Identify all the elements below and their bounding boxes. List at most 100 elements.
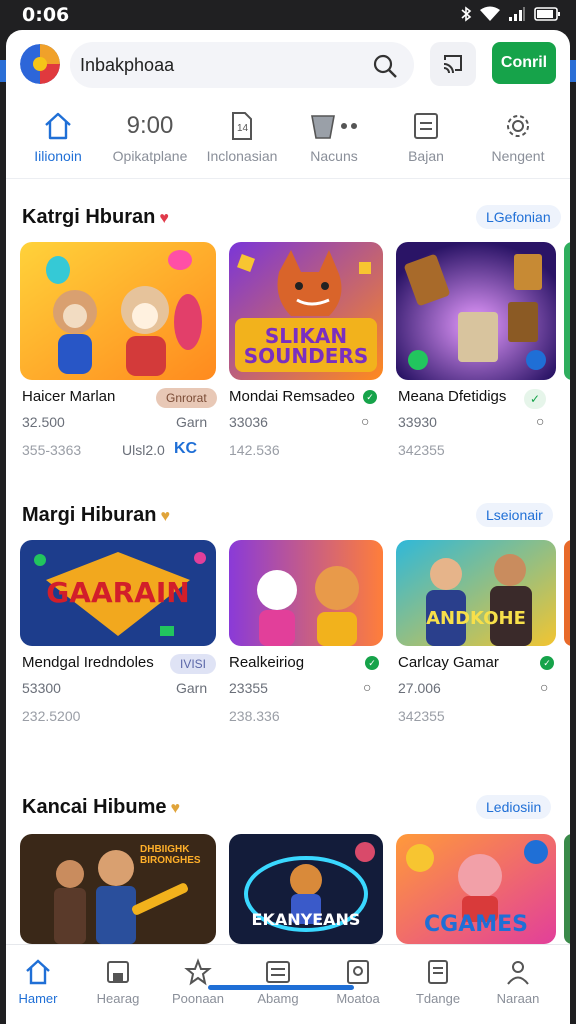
section-title: Kancai Hibume ♥ bbox=[22, 796, 180, 818]
cast-button[interactable] bbox=[430, 42, 476, 86]
game-size: 232.5200 bbox=[22, 708, 81, 724]
game-downloads: 23355 bbox=[229, 680, 268, 696]
game-thumbnail: GAARAIN bbox=[20, 540, 216, 646]
game-size: 342355 bbox=[398, 442, 445, 458]
cast-icon bbox=[443, 55, 462, 74]
app-window: Inbakphoaa Conril Iilionoin 9:00 Opikatp… bbox=[6, 30, 570, 1024]
svg-text:14: 14 bbox=[237, 123, 249, 134]
genre-tag: IVISI bbox=[170, 654, 217, 674]
game-title: Meana Dfetidigs bbox=[398, 388, 507, 405]
game-thumbnail: CGAMES bbox=[396, 834, 556, 944]
verified-icon: ✓ bbox=[540, 656, 554, 670]
search-icon[interactable]: ○ bbox=[361, 413, 369, 429]
game-size: 342355 bbox=[398, 708, 445, 724]
primary-action-button[interactable]: Conril bbox=[492, 42, 556, 84]
bucket-icon bbox=[311, 115, 357, 139]
game-title: Haicer Marlan bbox=[22, 388, 116, 405]
star-icon bbox=[184, 958, 212, 986]
nav-home[interactable]: Hamer bbox=[6, 957, 78, 1006]
section-more-button[interactable]: Lediosiin bbox=[476, 795, 552, 819]
tab-clock[interactable]: 9:00 Opikatplane bbox=[104, 108, 196, 164]
document-icon: 14 bbox=[232, 112, 252, 140]
search-icon[interactable]: ○ bbox=[363, 679, 371, 695]
game-title: Realkeiriog bbox=[229, 654, 305, 671]
game-thumbnail bbox=[20, 242, 216, 380]
category-tabs: Iilionoin 9:00 Opikatplane 14 Inclonasia… bbox=[6, 102, 570, 179]
game-downloads: 32.500 bbox=[22, 414, 65, 430]
next-card-peek[interactable] bbox=[564, 242, 570, 380]
game-size: 355-3363 bbox=[22, 442, 82, 458]
nav-list[interactable]: Tdange bbox=[398, 957, 478, 1006]
game-downloads: 27.006 bbox=[398, 680, 441, 696]
search-icon[interactable]: ○ bbox=[536, 413, 544, 429]
nav-news[interactable]: Abamg bbox=[238, 957, 318, 1006]
gear-icon bbox=[507, 115, 529, 137]
heart-icon: ♥ bbox=[160, 508, 170, 525]
search-icon[interactable] bbox=[372, 53, 398, 79]
verified-icon: ✓ bbox=[365, 656, 379, 670]
tab-list[interactable]: Bajan bbox=[380, 108, 472, 164]
home-icon bbox=[26, 959, 50, 985]
game-genre: Garn bbox=[176, 414, 208, 430]
next-card-peek[interactable] bbox=[564, 834, 570, 944]
tab-label: Iilionoin bbox=[34, 148, 82, 164]
search-bar[interactable]: Inbakphoaa bbox=[70, 42, 414, 88]
tab-settings[interactable]: Nengent bbox=[472, 108, 564, 164]
game-thumbnail bbox=[229, 540, 383, 646]
list-doc-icon bbox=[428, 960, 448, 984]
status-time: 0:06 bbox=[22, 4, 70, 26]
game-art-text: DHBIIGHK BIRONGHES bbox=[140, 844, 201, 866]
tab-bucket[interactable]: Nacuns bbox=[288, 108, 380, 164]
bluetooth-icon bbox=[461, 6, 472, 22]
game-version: Ulsl2.0 bbox=[122, 442, 165, 458]
game-downloads: 33930 bbox=[398, 414, 437, 430]
game-art-text: SLIKAN SOUNDERS bbox=[243, 324, 369, 368]
nav-label: Tdange bbox=[415, 991, 461, 1006]
verified-icon: ✓ bbox=[524, 389, 547, 409]
game-thumbnail bbox=[396, 242, 556, 380]
tab-home[interactable]: Iilionoin bbox=[12, 108, 104, 164]
heart-icon: ♥ bbox=[170, 800, 180, 817]
game-thumbnail: DHBIIGHK BIRONGHES bbox=[20, 834, 216, 944]
doc-frame-icon bbox=[347, 960, 369, 984]
game-thumbnail: ANDKOHE bbox=[396, 540, 556, 646]
list-icon bbox=[414, 113, 438, 139]
nav-label: Abamg bbox=[257, 991, 299, 1006]
section-title: Margi Hiburan ♥ bbox=[22, 504, 170, 526]
next-card-peek[interactable] bbox=[564, 540, 570, 646]
game-title: Mondai Remsadeo bbox=[229, 388, 355, 405]
game-downloads: 53300 bbox=[22, 680, 61, 696]
newspaper-icon bbox=[266, 961, 290, 983]
app-logo[interactable] bbox=[20, 44, 60, 84]
game-thumbnail: SLIKAN SOUNDERS bbox=[229, 242, 383, 380]
search-icon[interactable]: ○ bbox=[540, 679, 548, 695]
game-downloads: 33036 bbox=[229, 414, 268, 430]
search-input[interactable]: Inbakphoaa bbox=[80, 55, 174, 76]
section-more-button[interactable]: Lseionair bbox=[476, 503, 553, 527]
top-header: Inbakphoaa Conril bbox=[6, 30, 570, 96]
section-title: Katrgi Hburan ♥ bbox=[22, 206, 169, 228]
verified-icon: ✓ bbox=[363, 390, 377, 404]
nav-doc[interactable]: Moatoa bbox=[318, 957, 398, 1006]
clock-9-icon: 9:00 bbox=[126, 112, 174, 139]
nav-profile[interactable]: Naraan bbox=[478, 957, 558, 1006]
nav-save[interactable]: Hearag bbox=[78, 957, 158, 1006]
home-indicator[interactable] bbox=[208, 985, 354, 990]
nav-label: Poonaan bbox=[171, 991, 225, 1006]
nav-label: Moatoa bbox=[336, 991, 380, 1006]
tab-label: Opikatplane bbox=[112, 148, 188, 164]
heart-icon: ♥ bbox=[159, 210, 169, 227]
person-icon bbox=[507, 961, 529, 985]
status-bar: 0:06 bbox=[0, 0, 576, 30]
game-title: Carlcay Gamar bbox=[398, 654, 499, 671]
nav-label: Naraan bbox=[496, 991, 540, 1006]
game-title: Mendgal Iredndoles bbox=[22, 654, 154, 671]
nav-star[interactable]: Poonaan bbox=[158, 957, 238, 1006]
section-more-button[interactable]: LGefonian bbox=[476, 205, 561, 229]
tab-document[interactable]: 14 Inclonasian bbox=[196, 108, 288, 164]
signal-icon bbox=[509, 7, 525, 21]
genre-tag: Gnrorat bbox=[156, 388, 217, 408]
brand-badge: KC bbox=[174, 440, 198, 457]
game-art-text: ANDKOHE bbox=[426, 608, 526, 629]
battery-icon bbox=[534, 7, 560, 21]
